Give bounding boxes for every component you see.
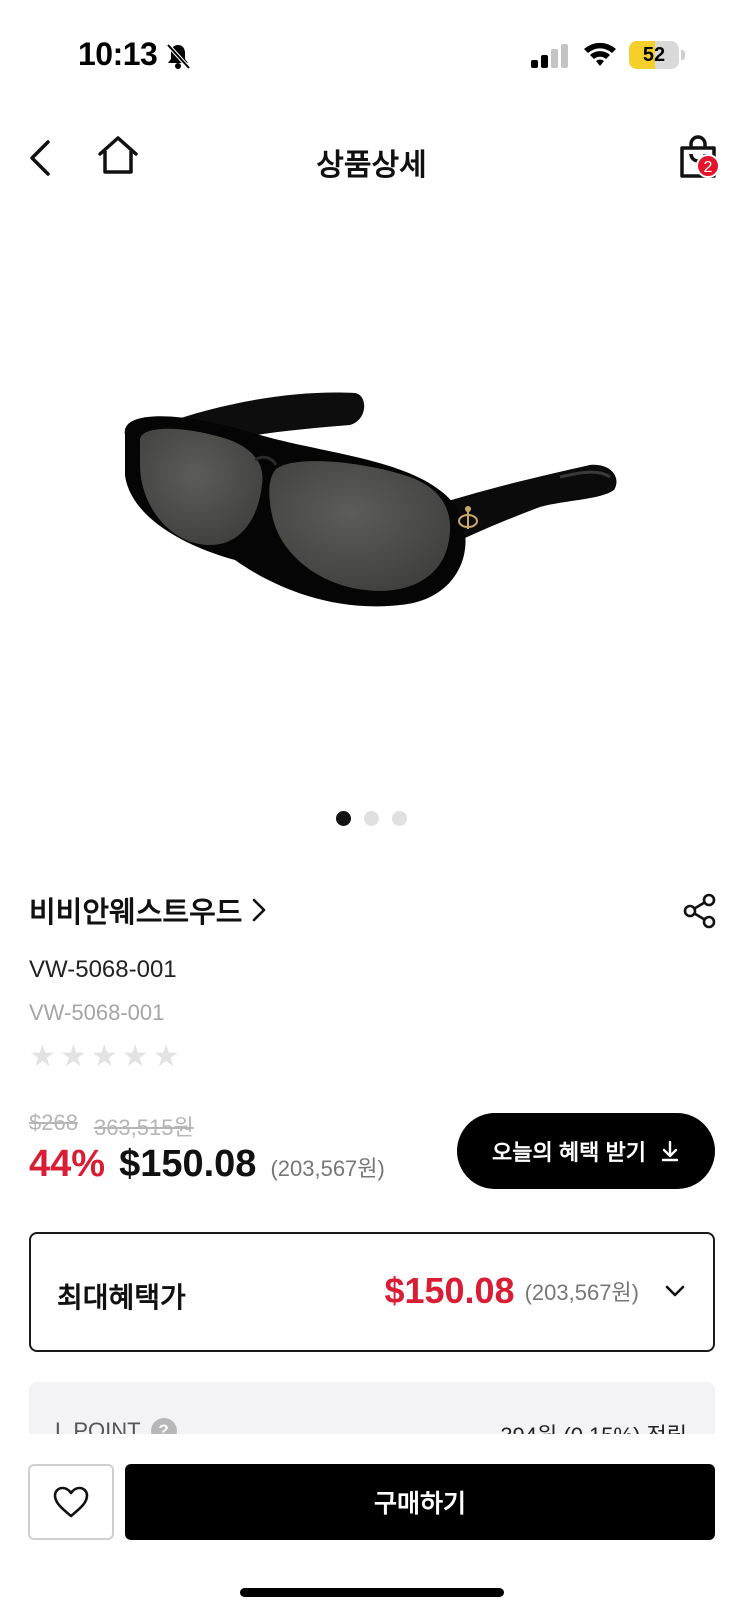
help-icon[interactable]: ? bbox=[150, 1418, 177, 1434]
home-indicator bbox=[240, 1588, 504, 1597]
rating-star-icon: ★ bbox=[59, 1040, 87, 1073]
nav-bar: 상품상세 2 bbox=[0, 120, 743, 200]
lpoint-panel: L.POINT ? 394원 (0.15%) 적립 bbox=[29, 1382, 715, 1434]
max-benefit-values: $150.08 (203,567원) bbox=[384, 1270, 687, 1312]
battery-tip bbox=[681, 50, 685, 60]
page-title: 상품상세 bbox=[316, 149, 427, 182]
rating-stars: ★ ★ ★ ★ ★ bbox=[29, 1042, 180, 1072]
share-icon[interactable] bbox=[683, 893, 717, 929]
rating-star-icon: ★ bbox=[121, 1040, 149, 1073]
bell-slash-icon bbox=[166, 43, 191, 70]
status-time: 10:13 bbox=[78, 36, 158, 72]
carousel-dot[interactable] bbox=[364, 811, 379, 826]
battery-indicator: 52 bbox=[629, 41, 679, 69]
buy-button[interactable]: 구매하기 bbox=[125, 1464, 715, 1540]
carousel-dots bbox=[0, 811, 743, 827]
brand-name: 비비안웨스트우드 bbox=[29, 897, 243, 929]
lpoint-label: L.POINT bbox=[55, 1418, 141, 1434]
wifi-icon bbox=[584, 42, 616, 66]
cart-count-badge: 2 bbox=[696, 154, 720, 178]
lpoint-label-group: L.POINT ? bbox=[55, 1418, 177, 1434]
product-image[interactable] bbox=[0, 215, 743, 785]
original-prices: $268 363,515원 bbox=[29, 1110, 194, 1142]
product-code: VW-5068-001 bbox=[29, 1000, 165, 1025]
product-name: VW-5068-001 bbox=[29, 956, 177, 983]
original-price-krw: 363,515원 bbox=[93, 1115, 194, 1140]
sunglasses-image bbox=[124, 392, 617, 607]
max-benefit-price-krw: (203,567원) bbox=[524, 1280, 639, 1305]
discount-rate: 44% bbox=[29, 1143, 106, 1185]
original-price-usd: $268 bbox=[29, 1110, 78, 1135]
heart-icon bbox=[53, 1486, 89, 1518]
status-bar: 10:13 52 bbox=[0, 0, 743, 110]
max-benefit-price-box[interactable]: 최대혜택가 $150.08 (203,567원) bbox=[29, 1232, 715, 1352]
sale-price: $150.08 bbox=[119, 1143, 257, 1185]
carousel-dot[interactable] bbox=[392, 811, 407, 826]
battery-percent: 52 bbox=[642, 44, 666, 66]
max-benefit-label: 최대혜택가 bbox=[57, 1282, 186, 1313]
rating-star-icon: ★ bbox=[29, 1040, 56, 1073]
download-icon bbox=[661, 1140, 679, 1162]
today-benefit-button[interactable]: 오늘의 혜택 받기 bbox=[457, 1113, 715, 1189]
cellular-signal-icon bbox=[531, 44, 568, 68]
max-benefit-price: $150.08 bbox=[384, 1270, 515, 1311]
benefit-button-label: 오늘의 혜택 받기 bbox=[492, 1140, 646, 1165]
chevron-down-icon[interactable] bbox=[663, 1279, 687, 1303]
brand-link[interactable]: 비비안웨스트우드 bbox=[29, 890, 268, 930]
sale-price-krw: (203,567원) bbox=[270, 1156, 385, 1181]
rating-star-icon: ★ bbox=[152, 1040, 180, 1073]
price-row: 44% $150.08 (203,567원) bbox=[29, 1143, 385, 1186]
carousel-dot[interactable] bbox=[336, 811, 351, 826]
wishlist-button[interactable] bbox=[28, 1464, 114, 1540]
bottom-action-bar: 구매하기 bbox=[0, 1434, 743, 1611]
chevron-right-icon bbox=[253, 898, 266, 922]
lpoint-value: 394원 (0.15%) 적립 bbox=[500, 1418, 687, 1434]
rating-star-icon: ★ bbox=[90, 1040, 118, 1073]
